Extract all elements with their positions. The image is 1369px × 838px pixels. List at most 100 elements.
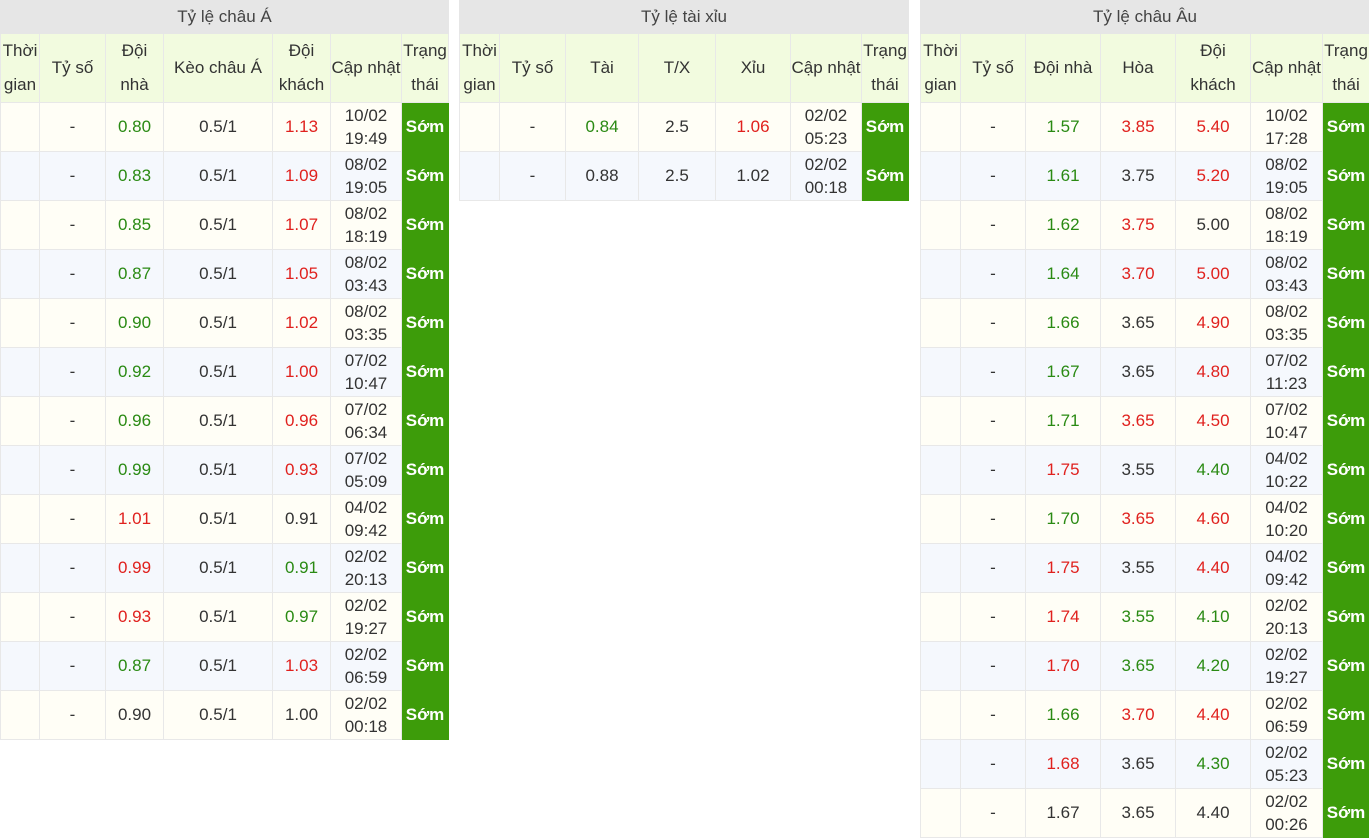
updated-time: 06:59 [331, 666, 401, 689]
updated-cell: 10/0219:49 [331, 103, 402, 152]
score-cell: - [961, 103, 1026, 152]
table-row: -1.663.704.4002/0206:59Sớm [921, 691, 1369, 740]
status-badge[interactable]: Sớm [402, 299, 449, 348]
table-row: -1.703.654.2002/0219:27Sớm [921, 642, 1369, 691]
status-badge[interactable]: Sớm [862, 152, 909, 201]
draw-odds-cell: 3.65 [1101, 299, 1176, 348]
updated-cell: 08/0203:35 [1251, 299, 1323, 348]
table-row: -1.673.654.4002/0200:26Sớm [921, 789, 1369, 838]
updated-cell: 07/0211:23 [1251, 348, 1323, 397]
status-badge[interactable]: Sớm [1323, 691, 1369, 740]
updated-date: 08/02 [1251, 153, 1322, 176]
status-badge[interactable]: Sớm [1323, 740, 1369, 789]
status-badge[interactable]: Sớm [1323, 348, 1369, 397]
status-badge[interactable]: Sớm [1323, 495, 1369, 544]
status-badge[interactable]: Sớm [402, 152, 449, 201]
updated-cell: 04/0209:42 [331, 495, 402, 544]
home-odds-cell: 1.57 [1026, 103, 1101, 152]
time-cell [1, 691, 40, 740]
updated-date: 07/02 [331, 398, 401, 421]
home-odds-cell: 1.66 [1026, 691, 1101, 740]
away-odds-cell: 1.00 [273, 691, 331, 740]
status-badge[interactable]: Sớm [1323, 201, 1369, 250]
home-odds-cell: 1.75 [1026, 446, 1101, 495]
updated-cell: 02/0205:23 [791, 103, 862, 152]
status-badge[interactable]: Sớm [1323, 593, 1369, 642]
updated-time: 19:05 [1251, 176, 1322, 199]
away-odds-cell: 0.96 [273, 397, 331, 446]
status-badge[interactable]: Sớm [1323, 544, 1369, 593]
time-cell [921, 593, 961, 642]
score-cell: - [961, 299, 1026, 348]
away-odds-cell: 4.50 [1176, 397, 1251, 446]
updated-cell: 08/0203:35 [331, 299, 402, 348]
updated-date: 08/02 [331, 251, 401, 274]
status-badge[interactable]: Sớm [402, 544, 449, 593]
status-badge[interactable]: Sớm [1323, 397, 1369, 446]
status-badge[interactable]: Sớm [402, 495, 449, 544]
status-badge[interactable]: Sớm [402, 691, 449, 740]
status-badge[interactable]: Sớm [402, 642, 449, 691]
time-cell [460, 152, 500, 201]
table-row: -1.663.654.9008/0203:35Sớm [921, 299, 1369, 348]
away-odds-cell: 0.93 [273, 446, 331, 495]
status-badge[interactable]: Sớm [402, 201, 449, 250]
updated-cell: 02/0219:27 [331, 593, 402, 642]
status-badge[interactable]: Sớm [402, 593, 449, 642]
european-odds-table: Tỷ lệ châu Âu Thời gian Tỷ số Đội nhà Hò… [920, 0, 1369, 838]
status-badge[interactable]: Sớm [402, 397, 449, 446]
handicap-line-cell: 0.5/1 [164, 593, 273, 642]
updated-cell: 07/0210:47 [1251, 397, 1323, 446]
updated-time: 11:23 [1251, 372, 1322, 395]
col-header-updated: Cập nhật [1251, 34, 1323, 103]
updated-cell: 02/0206:59 [1251, 691, 1323, 740]
draw-odds-cell: 3.75 [1101, 201, 1176, 250]
handicap-line-cell: 0.5/1 [164, 348, 273, 397]
status-badge[interactable]: Sớm [402, 250, 449, 299]
home-odds-cell: 1.67 [1026, 789, 1101, 838]
table-row: -1.743.554.1002/0220:13Sớm [921, 593, 1369, 642]
updated-cell: 02/0200:26 [1251, 789, 1323, 838]
score-cell: - [500, 152, 566, 201]
col-header-handicap: Kèo châu Á [164, 34, 273, 103]
home-odds-cell: 1.66 [1026, 299, 1101, 348]
table-row: -0.850.5/11.0708/0218:19Sớm [1, 201, 449, 250]
time-cell [921, 642, 961, 691]
draw-odds-cell: 3.55 [1101, 446, 1176, 495]
table-row: -0.882.51.0202/0200:18Sớm [460, 152, 909, 201]
status-badge[interactable]: Sớm [1323, 642, 1369, 691]
time-cell [921, 495, 961, 544]
table-row: -0.870.5/11.0508/0203:43Sớm [1, 250, 449, 299]
col-header-score: Tỷ số [961, 34, 1026, 103]
score-cell: - [961, 642, 1026, 691]
home-odds-cell: 0.90 [106, 691, 164, 740]
away-odds-cell: 4.40 [1176, 691, 1251, 740]
status-badge[interactable]: Sớm [1323, 789, 1369, 838]
time-cell [921, 250, 961, 299]
updated-time: 10:47 [331, 372, 401, 395]
away-odds-cell: 1.02 [273, 299, 331, 348]
home-odds-cell: 0.87 [106, 250, 164, 299]
time-cell [1, 397, 40, 446]
status-badge[interactable]: Sớm [1323, 299, 1369, 348]
status-badge[interactable]: Sớm [1323, 250, 1369, 299]
draw-odds-cell: 3.70 [1101, 250, 1176, 299]
away-odds-cell: 5.00 [1176, 201, 1251, 250]
status-badge[interactable]: Sớm [862, 103, 909, 152]
status-badge[interactable]: Sớm [1323, 103, 1369, 152]
status-badge[interactable]: Sớm [1323, 152, 1369, 201]
time-cell [1, 544, 40, 593]
updated-time: 18:19 [1251, 225, 1322, 248]
status-badge[interactable]: Sớm [402, 103, 449, 152]
col-header-status: Trạng thái [862, 34, 909, 103]
updated-cell: 04/0210:20 [1251, 495, 1323, 544]
col-header-under: Xỉu [716, 34, 791, 103]
updated-cell: 08/0203:43 [1251, 250, 1323, 299]
status-badge[interactable]: Sớm [402, 446, 449, 495]
updated-date: 02/02 [331, 692, 401, 715]
status-badge[interactable]: Sớm [402, 348, 449, 397]
updated-cell: 07/0205:09 [331, 446, 402, 495]
updated-cell: 04/0209:42 [1251, 544, 1323, 593]
updated-time: 09:42 [1251, 568, 1322, 591]
status-badge[interactable]: Sớm [1323, 446, 1369, 495]
